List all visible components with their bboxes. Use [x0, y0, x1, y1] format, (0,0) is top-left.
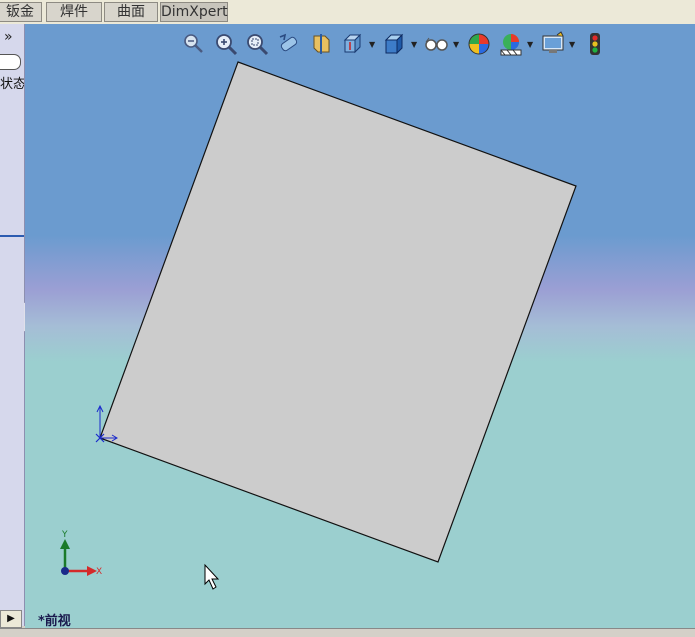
sketch-rectangle[interactable] [99, 61, 577, 563]
triad-y-label: Y [61, 530, 68, 540]
triad-x-label: X [96, 567, 102, 577]
view-name-label: *前视 [38, 614, 71, 629]
reference-triad: Y X [60, 530, 102, 577]
mouse-cursor [204, 563, 220, 590]
graphics-content: Y X [60, 61, 577, 590]
